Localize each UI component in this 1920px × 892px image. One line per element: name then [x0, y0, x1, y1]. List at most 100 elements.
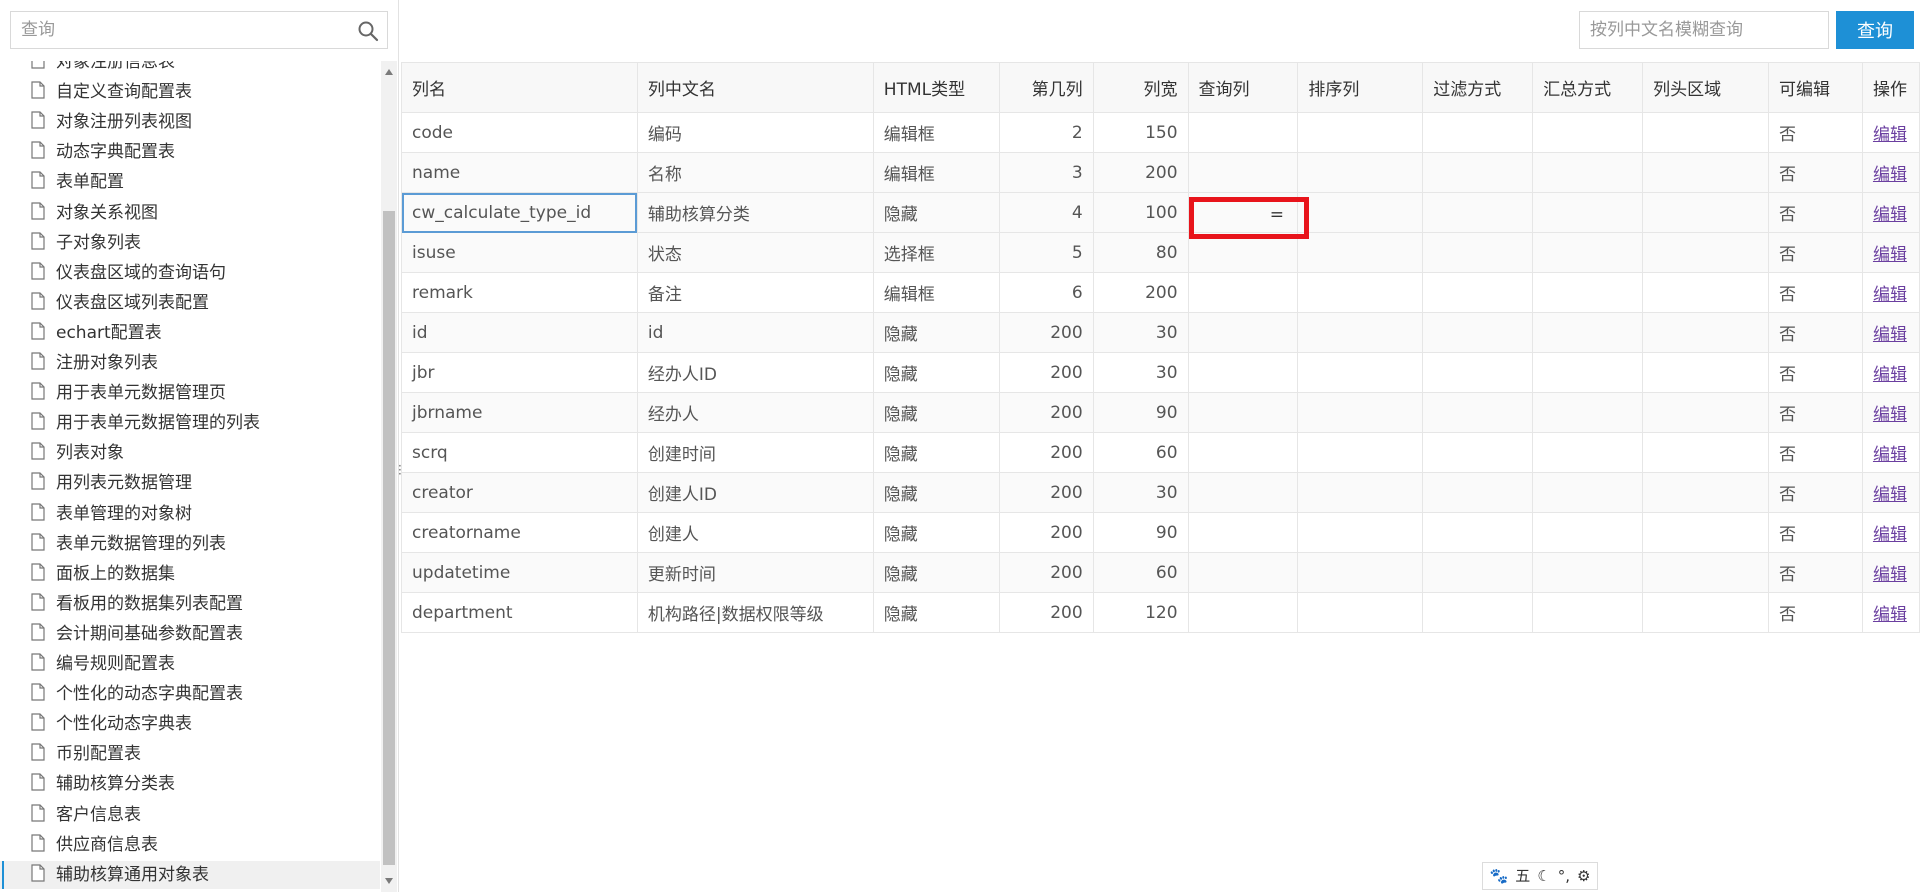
cell-summary-mode[interactable]	[1532, 392, 1644, 433]
cell-filter-mode[interactable]	[1422, 152, 1534, 193]
table-row[interactable]: id id 隐藏 200 30 否编辑	[401, 312, 1920, 353]
cell-summary-mode[interactable]	[1532, 432, 1644, 473]
cell-column-header-area[interactable]	[1642, 392, 1770, 433]
header-column-name[interactable]: 列名	[401, 62, 638, 113]
cell-sort-column[interactable]	[1297, 512, 1424, 553]
cell-filter-mode[interactable]	[1422, 392, 1534, 433]
header-query-column[interactable]: 查询列	[1187, 62, 1299, 113]
cell-column-order[interactable]: 200	[998, 392, 1094, 433]
cell-column-name[interactable]: jbr	[401, 352, 638, 393]
tree-item[interactable]: 会计期间基础参数配置表	[0, 620, 380, 648]
cell-column-order[interactable]: 3	[998, 152, 1094, 193]
cell-editable[interactable]: 否	[1768, 192, 1863, 233]
cell-column-name[interactable]: jbrname	[401, 392, 638, 433]
cell-column-header-area[interactable]	[1642, 152, 1770, 193]
cell-sort-column[interactable]	[1297, 112, 1424, 153]
query-button[interactable]: 查询	[1836, 11, 1914, 49]
header-sort-column[interactable]: 排序列	[1297, 62, 1424, 113]
cell-sort-column[interactable]	[1297, 592, 1424, 633]
cell-column-cn-name[interactable]: 更新时间	[636, 552, 874, 593]
cell-column-cn-name[interactable]: 编码	[636, 112, 874, 153]
header-html-type[interactable]: HTML类型	[872, 62, 1000, 113]
cell-html-type[interactable]: 隐藏	[872, 192, 1000, 233]
cell-query-column[interactable]	[1187, 392, 1299, 433]
scroll-thumb[interactable]	[383, 211, 395, 865]
cell-editable[interactable]: 否	[1768, 232, 1863, 273]
cell-column-header-area[interactable]	[1642, 432, 1770, 473]
cell-column-cn-name[interactable]: 名称	[636, 152, 874, 193]
cell-html-type[interactable]: 隐藏	[872, 512, 1000, 553]
header-column-order[interactable]: 第几列	[998, 62, 1094, 113]
cell-column-header-area[interactable]	[1642, 192, 1770, 233]
tree-item[interactable]: 对象关系视图	[0, 199, 380, 227]
tree-item[interactable]: 对象注册列表视图	[0, 108, 380, 136]
cell-summary-mode[interactable]	[1532, 352, 1644, 393]
cell-column-cn-name[interactable]: 创建人	[636, 512, 874, 553]
header-column-width[interactable]: 列宽	[1092, 62, 1189, 113]
tree-item[interactable]: 列表对象	[0, 439, 380, 467]
cell-column-width[interactable]: 90	[1092, 392, 1189, 433]
cell-summary-mode[interactable]	[1532, 272, 1644, 313]
cell-html-type[interactable]: 隐藏	[872, 312, 1000, 353]
table-row[interactable]: isuse 状态 选择框 5 80 否编辑	[401, 232, 1920, 273]
cell-column-order[interactable]: 4	[998, 192, 1094, 233]
ime-gear-icon[interactable]: ⚙	[1577, 866, 1590, 886]
table-row[interactable]: scrq 创建时间 隐藏 200 60 否编辑	[401, 432, 1920, 473]
cell-column-header-area[interactable]	[1642, 112, 1770, 153]
cell-filter-mode[interactable]	[1422, 512, 1534, 553]
cell-column-name[interactable]: code	[401, 112, 638, 153]
tree-item[interactable]: 客户信息表	[0, 801, 380, 829]
cell-html-type[interactable]: 隐藏	[872, 592, 1000, 633]
table-row[interactable]: department 机构路径|数据权限等级 隐藏 200 120 否编辑	[401, 592, 1920, 633]
cell-summary-mode[interactable]	[1532, 592, 1644, 633]
cell-column-cn-name[interactable]: 经办人ID	[636, 352, 874, 393]
cell-query-column[interactable]	[1187, 592, 1299, 633]
cell-query-column[interactable]	[1187, 272, 1299, 313]
cell-column-cn-name[interactable]: id	[636, 312, 874, 353]
cell-column-header-area[interactable]	[1642, 352, 1770, 393]
cell-sort-column[interactable]	[1297, 152, 1424, 193]
cell-filter-mode[interactable]	[1422, 472, 1534, 513]
cell-query-column[interactable]	[1187, 552, 1299, 593]
cell-column-name[interactable]: id	[401, 312, 638, 353]
tree-item[interactable]: 表单元数据管理的列表	[0, 530, 380, 558]
cell-html-type[interactable]: 编辑框	[872, 152, 1000, 193]
table-row[interactable]: jbrname 经办人 隐藏 200 90 否编辑	[401, 392, 1920, 433]
cell-column-order[interactable]: 200	[998, 352, 1094, 393]
cell-column-name[interactable]: updatetime	[401, 552, 638, 593]
cell-column-order[interactable]: 5	[998, 232, 1094, 273]
cell-summary-mode[interactable]	[1532, 232, 1644, 273]
scroll-down-arrow-icon[interactable]	[385, 878, 393, 884]
tree-item[interactable]: 看板用的数据集列表配置	[0, 590, 380, 618]
cell-html-type[interactable]: 编辑框	[872, 112, 1000, 153]
cell-sort-column[interactable]	[1297, 552, 1424, 593]
cell-query-column[interactable]	[1187, 192, 1299, 233]
cell-column-header-area[interactable]	[1642, 232, 1770, 273]
cell-column-header-area[interactable]	[1642, 272, 1770, 313]
cell-filter-mode[interactable]	[1422, 112, 1534, 153]
tree-item[interactable]: 用于表单元数据管理的列表	[0, 409, 380, 437]
cell-html-type[interactable]: 隐藏	[872, 472, 1000, 513]
cell-summary-mode[interactable]	[1532, 192, 1644, 233]
edit-link[interactable]: 编辑	[1873, 565, 1907, 585]
cell-column-header-area[interactable]	[1642, 512, 1770, 553]
ime-punctuation-icon[interactable]: °,	[1558, 866, 1570, 886]
cell-column-width[interactable]: 200	[1092, 152, 1189, 193]
cell-editable[interactable]: 否	[1768, 272, 1863, 313]
cell-sort-column[interactable]	[1297, 352, 1424, 393]
tree-item[interactable]: 辅助核算通用对象表	[0, 860, 380, 889]
tree-item[interactable]: 用于表单元数据管理页	[0, 379, 380, 407]
cell-column-order[interactable]: 6	[998, 272, 1094, 313]
cell-column-order[interactable]: 200	[998, 512, 1094, 553]
header-column-header-area[interactable]: 列头区域	[1642, 62, 1770, 113]
cell-query-column[interactable]	[1187, 312, 1299, 353]
tree-item[interactable]: 仪表盘区域列表配置	[0, 289, 380, 317]
cell-summary-mode[interactable]	[1532, 512, 1644, 553]
cell-column-header-area[interactable]	[1642, 312, 1770, 353]
cell-summary-mode[interactable]	[1532, 552, 1644, 593]
cell-editable[interactable]: 否	[1768, 432, 1863, 473]
edit-link[interactable]: 编辑	[1873, 245, 1907, 265]
cell-sort-column[interactable]	[1297, 472, 1424, 513]
cell-column-width[interactable]: 60	[1092, 432, 1189, 473]
cell-column-header-area[interactable]	[1642, 552, 1770, 593]
